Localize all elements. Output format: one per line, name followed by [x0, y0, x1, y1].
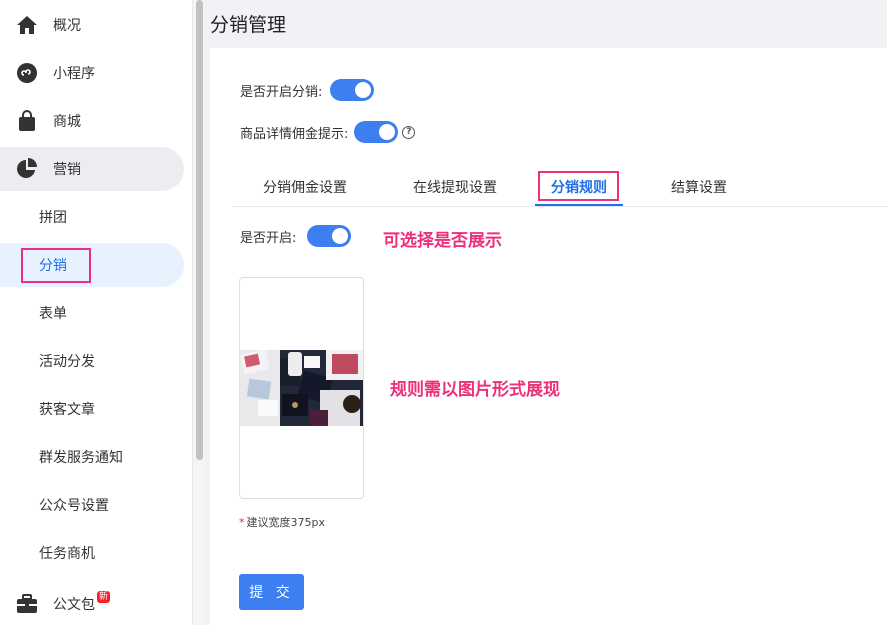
tab-withdraw-settings[interactable]: 在线提现设置 [390, 167, 520, 207]
sidebar-item-mini-program[interactable]: 小程序 [0, 51, 184, 95]
sidebar: 概况 小程序 商城 营销 拼团 分销 表单 活动分发 获客文章 群发服务通知 公… [0, 0, 192, 625]
briefcase-icon [16, 593, 38, 615]
sidebar-item-briefcase[interactable]: 公文包 新 [0, 582, 184, 625]
commission-hint-switch[interactable] [354, 121, 399, 143]
sidebar-subitem-group-buy[interactable]: 拼团 [0, 195, 184, 239]
annotation-image-note: 规则需以图片形式展现 [390, 380, 560, 400]
enable-distribution-switch[interactable] [330, 79, 375, 101]
mini-program-icon [16, 62, 38, 84]
shopping-bag-icon [16, 110, 38, 132]
rule-image-upload[interactable] [239, 277, 364, 499]
highlight-box-tab [538, 171, 619, 201]
sidebar-subitem-tasks[interactable]: 任务商机 [0, 531, 184, 575]
highlight-box-sidebar [21, 248, 91, 283]
sidebar-subitem-articles[interactable]: 获客文章 [0, 387, 184, 431]
rule-image-preview [240, 350, 363, 426]
sidebar-item-label: 商城 [53, 114, 81, 130]
sidebar-item-label: 公文包 [53, 597, 95, 613]
sidebar-subitem-activity[interactable]: 活动分发 [0, 339, 184, 383]
sidebar-item-marketing[interactable]: 营销 [0, 147, 184, 191]
enable-rules-label: 是否开启: [240, 230, 297, 246]
sidebar-subitem-official-account[interactable]: 公众号设置 [0, 483, 184, 527]
help-icon[interactable]: ? [402, 125, 416, 139]
sidebar-item-label: 营销 [53, 162, 81, 178]
commission-hint-label: 商品详情佣金提示: [240, 126, 349, 142]
enable-distribution-label: 是否开启分销: [240, 84, 323, 100]
sidebar-item-label: 小程序 [53, 66, 95, 82]
annotation-toggle-note: 可选择是否展示 [383, 231, 502, 251]
sidebar-item-label: 概况 [53, 18, 81, 34]
scrollbar-thumb[interactable] [196, 0, 203, 460]
required-star: * [239, 516, 245, 529]
enable-rules-switch[interactable] [307, 225, 352, 247]
pie-chart-icon [16, 158, 38, 180]
page-title: 分销管理 [210, 14, 287, 36]
enable-distribution-row: 是否开启分销: [240, 79, 375, 101]
tab-commission-settings[interactable]: 分销佣金设置 [240, 167, 370, 207]
tab-settlement-settings[interactable]: 结算设置 [649, 167, 749, 207]
submit-button[interactable]: 提 交 [239, 574, 304, 610]
home-icon [16, 14, 38, 36]
new-badge: 新 [97, 591, 111, 603]
sidebar-subitem-notifications[interactable]: 群发服务通知 [0, 435, 184, 479]
active-tab-indicator [535, 204, 623, 206]
upload-hint: * 建议宽度375px [239, 516, 325, 529]
enable-rules-row: 是否开启: [240, 225, 352, 247]
sidebar-subitem-form[interactable]: 表单 [0, 291, 184, 335]
commission-hint-row: 商品详情佣金提示: ? [240, 121, 416, 143]
sidebar-scrollbar[interactable] [192, 0, 205, 625]
sidebar-item-mall[interactable]: 商城 [0, 99, 184, 143]
sidebar-item-overview[interactable]: 概况 [0, 3, 184, 47]
